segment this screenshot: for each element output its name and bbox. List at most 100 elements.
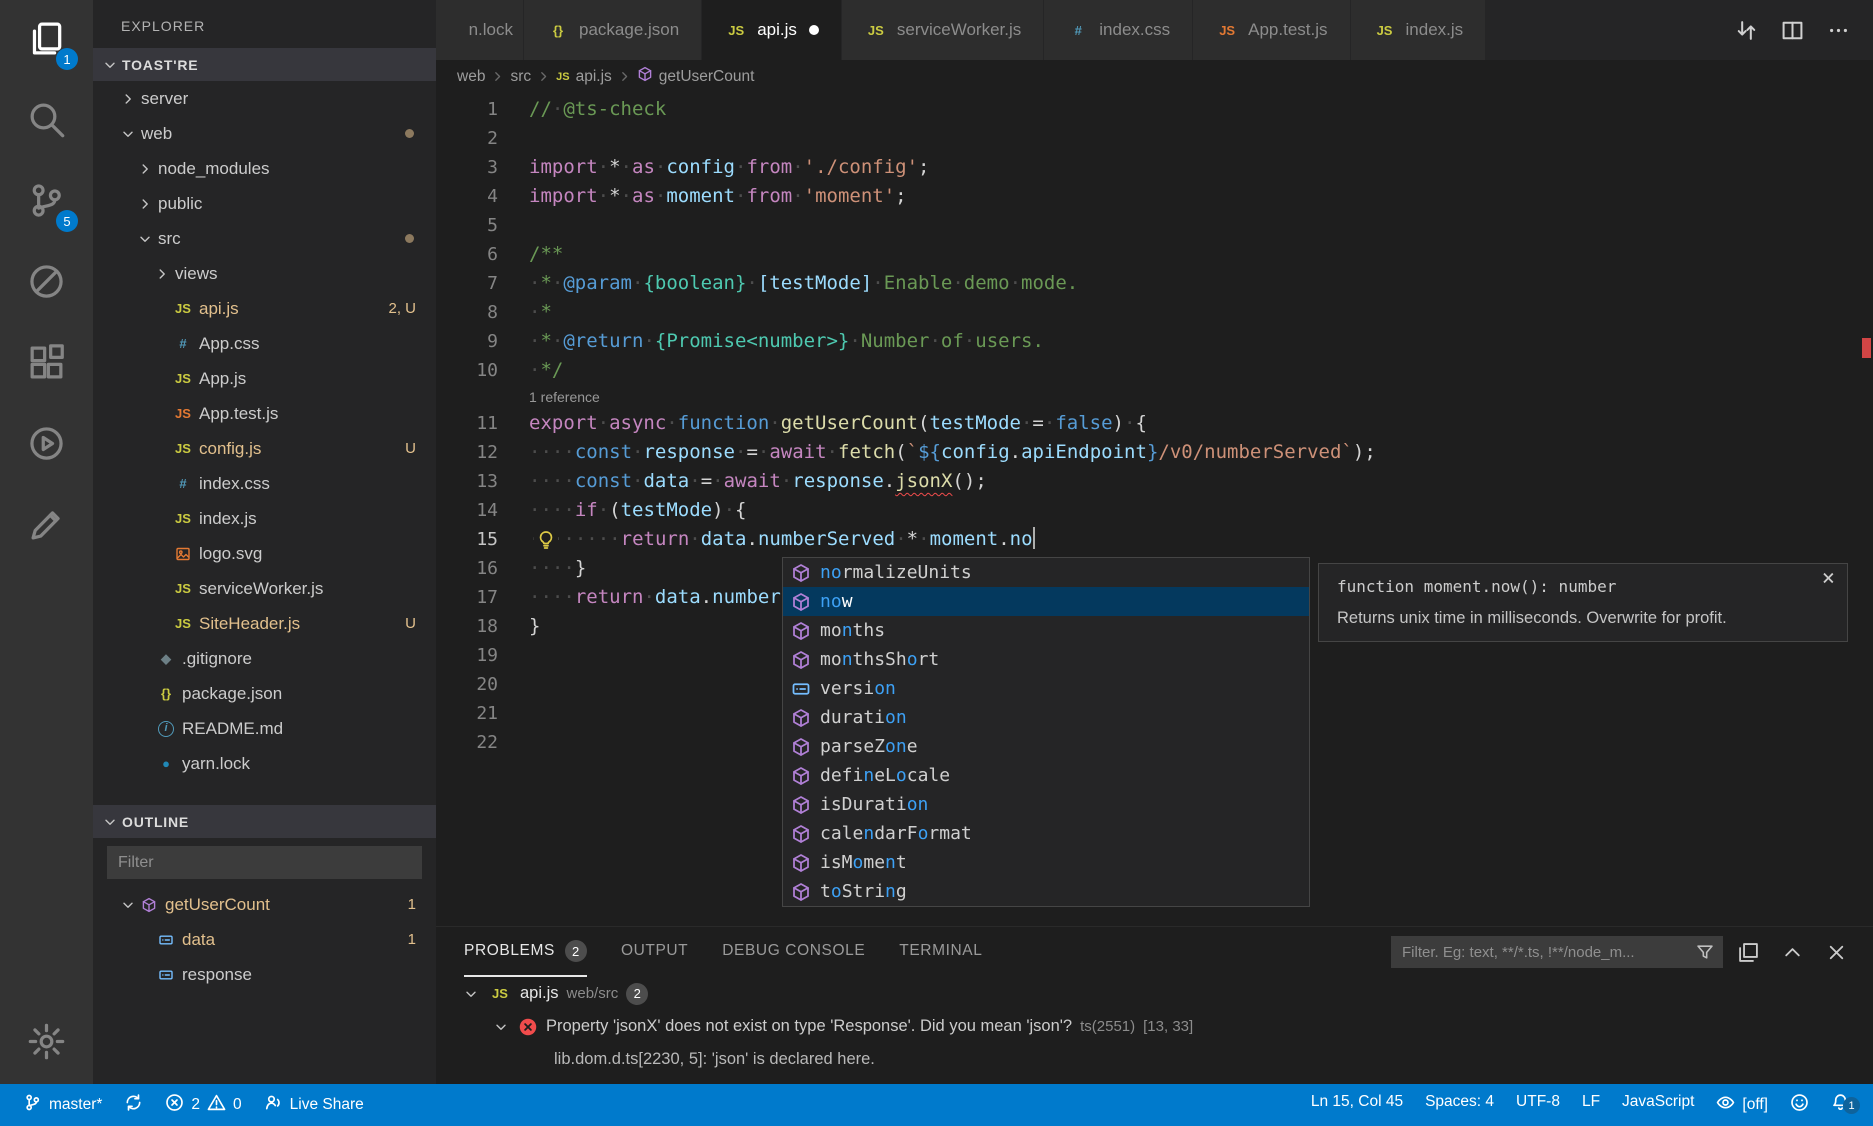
- breadcrumb-item-src[interactable]: src: [507, 68, 534, 86]
- code-line-10[interactable]: 10·*/: [436, 356, 1873, 385]
- activity-item-run[interactable]: [0, 405, 93, 486]
- more-actions-icon[interactable]: [1817, 9, 1859, 51]
- tree-item-serviceWorker.js[interactable]: JSserviceWorker.js: [93, 571, 436, 606]
- tree-item-App.js[interactable]: JSApp.js: [93, 361, 436, 396]
- activity-item-blocked[interactable]: [0, 243, 93, 324]
- tree-item-config.js[interactable]: JSconfig.jsU: [93, 431, 436, 466]
- outline-item-response[interactable]: response: [93, 957, 436, 992]
- panel-tab-output[interactable]: OUTPUT: [621, 927, 688, 977]
- status-encoding[interactable]: UTF-8: [1505, 1093, 1571, 1111]
- section-header-outline[interactable]: OUTLINE: [93, 805, 436, 838]
- code-editor[interactable]: 1//·@ts-check23import·*·as·config·from·'…: [436, 93, 1873, 926]
- problem-related-row[interactable]: lib.dom.d.ts[2230, 5]: 'json' is declare…: [436, 1043, 1873, 1076]
- status-eol[interactable]: LF: [1571, 1093, 1611, 1111]
- status-git-branch[interactable]: master*: [12, 1084, 113, 1126]
- problem-error-row[interactable]: Property 'jsonX' does not exist on type …: [436, 1010, 1873, 1043]
- suggestion-defineLocale[interactable]: defineLocale: [783, 761, 1309, 790]
- status-live-share[interactable]: Live Share: [253, 1084, 375, 1126]
- chevron-right-icon[interactable]: [136, 195, 154, 213]
- tab-index.css[interactable]: #index.css: [1044, 0, 1193, 60]
- suggestion-now[interactable]: now: [783, 587, 1309, 616]
- activity-item-settings[interactable]: [0, 1003, 93, 1084]
- tree-item-App.css[interactable]: #App.css: [93, 326, 436, 361]
- codelens-references[interactable]: 1 reference: [436, 385, 1873, 409]
- tree-item-server[interactable]: server: [93, 81, 436, 116]
- chevron-down-icon[interactable]: [462, 985, 480, 1003]
- code-line-6[interactable]: 6/**: [436, 240, 1873, 269]
- code-line-3[interactable]: 3import·*·as·config·from·'./config';: [436, 153, 1873, 182]
- tree-item-index.css[interactable]: #index.css: [93, 466, 436, 501]
- suggestion-toString[interactable]: toString: [783, 877, 1309, 906]
- chevron-right-icon[interactable]: [136, 160, 154, 178]
- code-line-2[interactable]: 2: [436, 124, 1873, 153]
- code-line-8[interactable]: 8·*: [436, 298, 1873, 327]
- tree-item-views[interactable]: views: [93, 256, 436, 291]
- panel-tab-terminal[interactable]: TERMINAL: [899, 927, 982, 977]
- tab-n.lock[interactable]: n.lock: [436, 0, 524, 60]
- compare-changes-icon[interactable]: [1725, 9, 1767, 51]
- suggestion-normalizeUnits[interactable]: normalizeUnits: [783, 558, 1309, 587]
- status-notifications[interactable]: 1: [1820, 1093, 1861, 1117]
- tree-item-App.test.js[interactable]: JSApp.test.js: [93, 396, 436, 431]
- suggestion-parseZone[interactable]: parseZone: [783, 732, 1309, 761]
- breadcrumb-item-web[interactable]: web: [454, 68, 488, 86]
- suggestion-calendarFormat[interactable]: calendarFormat: [783, 819, 1309, 848]
- status-sync[interactable]: [113, 1084, 154, 1126]
- status-problems[interactable]: 20: [154, 1084, 252, 1126]
- problems-filter-input[interactable]: [1391, 936, 1723, 968]
- panel-tab-problems[interactable]: PROBLEMS2: [464, 927, 587, 977]
- filter-icon[interactable]: [1696, 943, 1714, 966]
- outline-item-getUserCount[interactable]: getUserCount1: [93, 887, 436, 922]
- code-line-9[interactable]: 9·*·@return·{Promise<number>}·Number·of·…: [436, 327, 1873, 356]
- code-line-12[interactable]: 12····const·response·=·await·fetch(`${co…: [436, 438, 1873, 467]
- split-editor-icon[interactable]: [1771, 9, 1813, 51]
- section-header-project[interactable]: TOAST'RE: [93, 48, 436, 81]
- chevron-up-icon[interactable]: [1773, 933, 1811, 971]
- lightbulb-icon[interactable]: [534, 528, 558, 552]
- code-line-7[interactable]: 7·*·@param·{boolean}·[testMode]·Enable·d…: [436, 269, 1873, 298]
- tree-item-node_modules[interactable]: node_modules: [93, 151, 436, 186]
- breadcrumb-item-getUserCount[interactable]: getUserCount: [634, 66, 758, 87]
- close-panel-icon[interactable]: [1817, 933, 1855, 971]
- outline-filter-input[interactable]: [107, 846, 422, 879]
- breadcrumb-item-api.js[interactable]: JSapi.js: [553, 68, 615, 86]
- activity-item-search[interactable]: [0, 81, 93, 162]
- status-cursor-position[interactable]: Ln 15, Col 45: [1300, 1093, 1414, 1111]
- chevron-down-icon[interactable]: [492, 1018, 510, 1036]
- status-indentation[interactable]: Spaces: 4: [1414, 1093, 1505, 1111]
- tree-item-.gitignore[interactable]: ◆.gitignore: [93, 641, 436, 676]
- tree-item-api.js[interactable]: JSapi.js2, U: [93, 291, 436, 326]
- activity-item-source-control[interactable]: 5: [0, 162, 93, 243]
- suggestion-version[interactable]: version: [783, 674, 1309, 703]
- tree-item-logo.svg[interactable]: logo.svg: [93, 536, 436, 571]
- chevron-right-icon[interactable]: [119, 90, 137, 108]
- tab-serviceWorker.js[interactable]: JSserviceWorker.js: [842, 0, 1044, 60]
- tab-package.json[interactable]: {}package.json: [524, 0, 702, 60]
- tree-item-package.json[interactable]: {}package.json: [93, 676, 436, 711]
- suggestion-isDuration[interactable]: isDuration: [783, 790, 1309, 819]
- collapse-all-icon[interactable]: [1729, 933, 1767, 971]
- code-line-14[interactable]: 14····if·(testMode)·{: [436, 496, 1873, 525]
- tree-item-yarn.lock[interactable]: ●yarn.lock: [93, 746, 436, 781]
- code-line-5[interactable]: 5: [436, 211, 1873, 240]
- tree-item-src[interactable]: src: [93, 221, 436, 256]
- panel-tab-debug-console[interactable]: DEBUG CONSOLE: [722, 927, 865, 977]
- code-line-13[interactable]: 13····const·data·=·await·response.jsonX(…: [436, 467, 1873, 496]
- suggestion-isMoment[interactable]: isMoment: [783, 848, 1309, 877]
- suggestion-duration[interactable]: duration: [783, 703, 1309, 732]
- chevron-right-icon[interactable]: [153, 265, 171, 283]
- suggestion-monthsShort[interactable]: monthsShort: [783, 645, 1309, 674]
- chevron-down-icon[interactable]: [136, 230, 154, 248]
- suggestion-months[interactable]: months: [783, 616, 1309, 645]
- tree-item-README.md[interactable]: iREADME.md: [93, 711, 436, 746]
- tree-item-SiteHeader.js[interactable]: JSSiteHeader.jsU: [93, 606, 436, 641]
- code-line-4[interactable]: 4import·*·as·moment·from·'moment';: [436, 182, 1873, 211]
- code-line-11[interactable]: 11export·async·function·getUserCount(tes…: [436, 409, 1873, 438]
- tree-item-web[interactable]: web: [93, 116, 436, 151]
- tree-item-public[interactable]: public: [93, 186, 436, 221]
- activity-item-explorer[interactable]: 1: [0, 0, 93, 81]
- status-language-mode[interactable]: JavaScript: [1611, 1093, 1705, 1111]
- status-screencast[interactable]: [off]: [1705, 1093, 1779, 1117]
- tree-item-index.js[interactable]: JSindex.js: [93, 501, 436, 536]
- chevron-down-icon[interactable]: [119, 896, 137, 914]
